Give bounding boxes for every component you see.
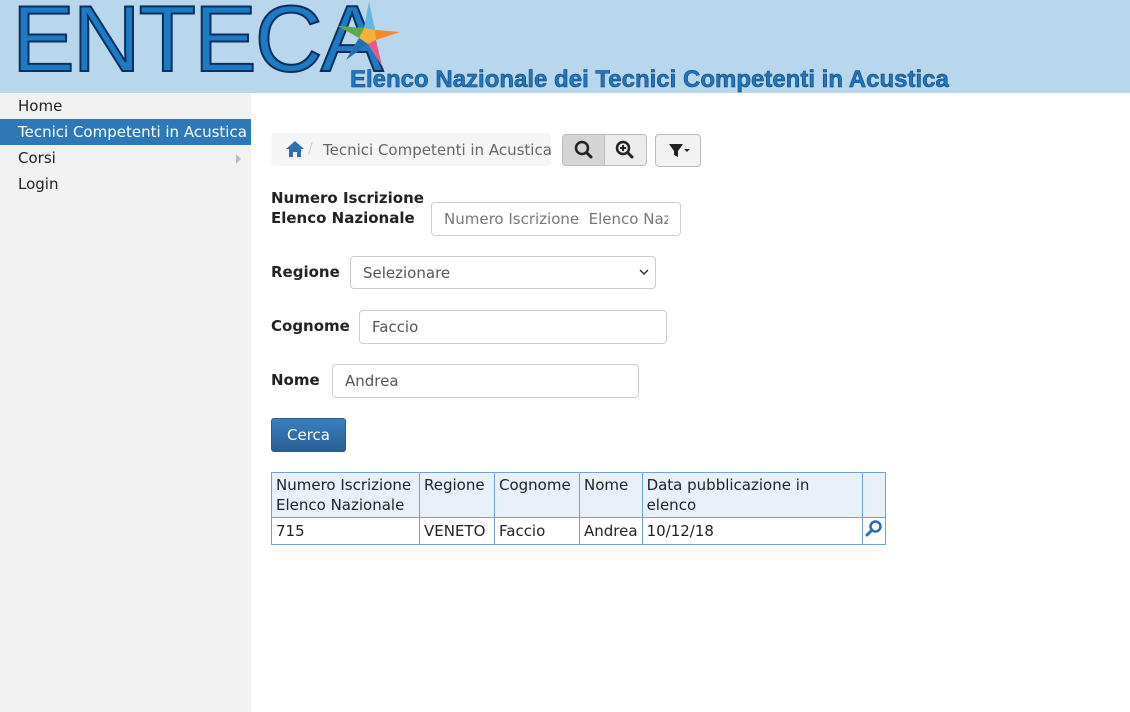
column-header-nome[interactable]: Nome: [579, 472, 643, 518]
site-subtitle: Elenco Nazionale dei Tecnici Competenti …: [350, 66, 949, 93]
cell-regione: VENETO: [419, 517, 495, 545]
breadcrumb-current: Tecnici Competenti in Acustica: [323, 141, 552, 159]
home-icon[interactable]: [286, 141, 304, 157]
numero-label-line1: Numero Iscrizione: [271, 189, 424, 207]
column-header-regione[interactable]: Regione: [419, 472, 495, 518]
chevron-down-icon: [639, 269, 649, 276]
numero-label: Numero Iscrizione Elenco Nazionale: [271, 188, 424, 228]
search-button[interactable]: [563, 135, 605, 165]
filter-icon: [669, 144, 690, 157]
cell-actions: [861, 517, 886, 545]
numero-iscrizione-input[interactable]: [431, 202, 681, 236]
nome-label: Nome: [271, 371, 320, 389]
filter-dropdown-button[interactable]: [655, 134, 701, 167]
sidebar-item-home[interactable]: Home: [0, 93, 251, 119]
search-button-group: [562, 134, 647, 166]
cell-numero: 715: [271, 517, 420, 545]
column-header-actions: [861, 472, 886, 518]
cognome-input[interactable]: [359, 310, 667, 344]
table-row: 715 VENETO Faccio Andrea 10/12/18: [271, 517, 886, 545]
zoom-in-icon: [615, 140, 634, 159]
table-header-row: Numero Iscrizione Elenco Nazionale Regio…: [271, 472, 886, 518]
view-details-icon[interactable]: [865, 519, 883, 537]
site-header: ENTECA Elenco Nazionale dei Tecnici Comp…: [0, 0, 1130, 93]
nome-input[interactable]: [332, 364, 639, 398]
site-logo[interactable]: ENTECA: [11, 0, 384, 87]
breadcrumb: / Tecnici Competenti in Acustica: [271, 133, 552, 166]
cell-nome: Andrea: [579, 517, 643, 545]
star-logo-icon: [338, 2, 400, 66]
main-content: / Tecnici Competenti in Acustica Numero …: [251, 93, 1130, 712]
sidebar-item-corsi-label: Corsi: [18, 149, 56, 167]
numero-label-line2: Elenco Nazionale: [271, 209, 415, 227]
cerca-button[interactable]: Cerca: [271, 418, 346, 452]
cell-cognome: Faccio: [494, 517, 580, 545]
regione-select[interactable]: Selezionare: [350, 256, 656, 289]
sidebar-item-login[interactable]: Login: [0, 171, 251, 197]
results-table: Numero Iscrizione Elenco Nazionale Regio…: [271, 472, 886, 545]
search-icon: [574, 140, 593, 159]
column-header-cognome[interactable]: Cognome: [494, 472, 580, 518]
sidebar-item-tecnici[interactable]: Tecnici Competenti in Acustica: [0, 119, 251, 145]
column-header-data[interactable]: Data pubblicazione in elenco: [641, 472, 863, 518]
column-header-numero[interactable]: Numero Iscrizione Elenco Nazionale: [271, 472, 420, 518]
regione-select-value: Selezionare: [363, 264, 451, 282]
regione-label: Regione: [271, 263, 340, 281]
advanced-search-button[interactable]: [605, 135, 646, 165]
sidebar: Home Tecnici Competenti in Acustica Cors…: [0, 93, 251, 712]
chevron-right-icon: [236, 154, 241, 164]
breadcrumb-separator: /: [308, 141, 313, 157]
cell-data: 10/12/18: [641, 517, 863, 545]
cognome-label: Cognome: [271, 317, 350, 335]
sidebar-item-corsi[interactable]: Corsi: [0, 145, 251, 171]
